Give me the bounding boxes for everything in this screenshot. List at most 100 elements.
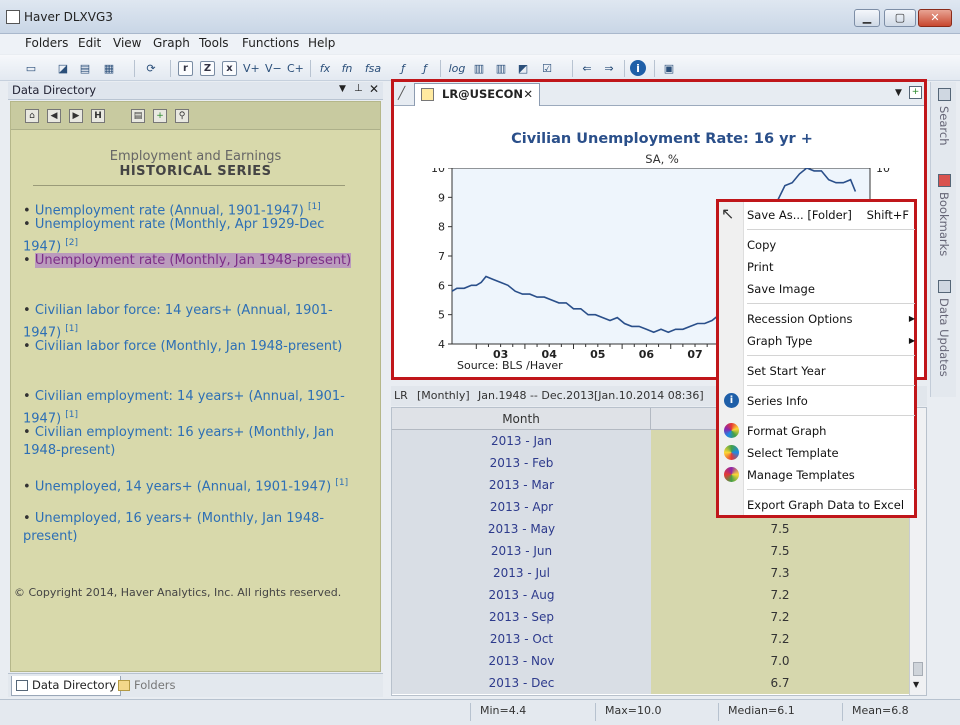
- r-icon[interactable]: r: [178, 61, 193, 76]
- x-tick-label: 05: [590, 348, 605, 361]
- side-tab-search[interactable]: Search: [934, 88, 954, 146]
- add-folder-icon[interactable]: ▣: [660, 59, 678, 77]
- panel-dropdown-icon[interactable]: ▼: [339, 84, 346, 94]
- bar-chart2-icon[interactable]: ▥: [492, 59, 510, 77]
- tab-folders[interactable]: Folders: [114, 676, 180, 696]
- z-icon[interactable]: Z: [200, 61, 215, 76]
- tab-close-icon[interactable]: ✕: [523, 84, 533, 105]
- minimize-button[interactable]: ▁: [854, 9, 880, 27]
- menu-item-select-template[interactable]: Select Template: [747, 443, 915, 463]
- checklist-icon[interactable]: ☑: [538, 59, 556, 77]
- menu-item-format-graph[interactable]: Format Graph: [747, 421, 915, 441]
- menu-edit[interactable]: Edit: [78, 36, 101, 50]
- graph-tab-bar: ╱ LR@USECON ✕ ▼ +: [394, 82, 924, 106]
- window-title: Haver DLXVG3: [24, 10, 113, 24]
- list-item-selected[interactable]: • Unemployment rate (Monthly, Jan 1948-p…: [23, 252, 353, 270]
- chart-subtitle: SA, %: [645, 152, 679, 166]
- table-row[interactable]: 2013 - Oct 7.2: [392, 628, 909, 650]
- fn-icon[interactable]: fn: [338, 59, 356, 77]
- list-icon: [16, 680, 28, 691]
- table-row[interactable]: 2013 - Dec 6.7: [392, 672, 909, 694]
- menu-item-manage-templates[interactable]: Manage Templates: [747, 465, 915, 485]
- function-remove-icon[interactable]: ƒ: [416, 59, 434, 77]
- chart-title: Civilian Unemployment Rate: 16 yr +: [511, 131, 813, 147]
- menu-help[interactable]: Help: [308, 36, 335, 50]
- log-icon[interactable]: log: [446, 59, 468, 77]
- graph-icon[interactable]: ◩: [514, 59, 532, 77]
- menu-item-save-image[interactable]: Save Image: [747, 279, 915, 299]
- info-icon[interactable]: i: [630, 60, 646, 76]
- menu-item-series-info[interactable]: Series Info: [747, 391, 915, 411]
- maximize-button[interactable]: ▢: [884, 9, 916, 27]
- fsa-icon[interactable]: fsa: [362, 59, 384, 77]
- c-plus-icon[interactable]: C+: [286, 59, 304, 77]
- add-series-icon[interactable]: +: [153, 109, 167, 123]
- list-item[interactable]: • Civilian labor force (Monthly, Jan 194…: [23, 338, 353, 356]
- menu-item-save-as[interactable]: Save As... [Folder] Shift+F: [747, 205, 915, 225]
- history-icon[interactable]: H: [91, 109, 105, 123]
- forward-icon[interactable]: ⇒: [600, 59, 618, 77]
- binoculars-icon[interactable]: ⚲: [175, 109, 189, 123]
- chart-icon[interactable]: ◪: [54, 59, 72, 77]
- table-row[interactable]: 2013 - Jun 7.5: [392, 540, 909, 562]
- home-icon[interactable]: ⌂: [25, 109, 39, 123]
- cell-month: 2013 - May: [392, 518, 651, 540]
- v-plus-icon[interactable]: V+: [242, 59, 260, 77]
- menu-folders[interactable]: Folders: [25, 36, 68, 50]
- menu-item-set-start-year[interactable]: Set Start Year: [747, 361, 915, 381]
- list-item[interactable]: • Civilian employment: 16 years+ (Monthl…: [23, 424, 353, 460]
- v-minus-icon[interactable]: V−: [264, 59, 282, 77]
- scroll-thumb[interactable]: [913, 662, 923, 676]
- cell-month: 2013 - Feb: [392, 452, 651, 474]
- menu-item-copy[interactable]: Copy: [747, 235, 915, 255]
- fx-icon[interactable]: fx: [316, 59, 334, 77]
- scroll-down-icon[interactable]: ▼: [913, 680, 919, 689]
- forward-arrow-icon[interactable]: ▶: [69, 109, 83, 123]
- tab-slant-icon: ╱: [398, 86, 406, 100]
- series-updated: [Jan.10.2014 08:36]: [594, 389, 704, 402]
- list-item[interactable]: • Unemployment rate (Monthly, Apr 1929-D…: [23, 216, 353, 256]
- table-row[interactable]: 2013 - May 7.5: [392, 518, 909, 540]
- new-file-icon[interactable]: ▭: [22, 59, 40, 77]
- refresh-icon[interactable]: ⟳: [142, 59, 160, 77]
- column-header-month[interactable]: Month: [392, 408, 651, 430]
- bar-chart-icon[interactable]: ▥: [470, 59, 488, 77]
- side-tab-strip: Search Bookmarks Data Updates: [930, 82, 956, 397]
- menu-graph[interactable]: Graph: [153, 36, 190, 50]
- back-arrow-icon[interactable]: ◀: [47, 109, 61, 123]
- table-row[interactable]: 2013 - Sep 7.2: [392, 606, 909, 628]
- list-item[interactable]: • Civilian labor force: 14 years+ (Annua…: [23, 302, 353, 342]
- list-item[interactable]: • Civilian employment: 14 years+ (Annual…: [23, 388, 353, 428]
- menu-item-export-excel[interactable]: Export Graph Data to Excel: [747, 495, 915, 515]
- side-tab-bookmarks[interactable]: Bookmarks: [934, 174, 954, 256]
- table-row[interactable]: 2013 - Jul 7.3: [392, 562, 909, 584]
- menu-item-print[interactable]: Print: [747, 257, 915, 277]
- excel-icon[interactable]: ▦: [100, 59, 118, 77]
- panel-close-icon[interactable]: ✕: [369, 82, 379, 96]
- back-icon[interactable]: ⇐: [578, 59, 596, 77]
- menu-functions[interactable]: Functions: [242, 36, 299, 50]
- menu-view[interactable]: View: [113, 36, 141, 50]
- x-icon[interactable]: x: [222, 61, 237, 76]
- pin-icon[interactable]: ⊥: [354, 83, 363, 94]
- menu-item-graph-type[interactable]: Graph Type ▶: [747, 331, 915, 351]
- side-tab-data-updates[interactable]: Data Updates: [934, 280, 954, 377]
- tab-lr-usecon[interactable]: LR@USECON ✕: [414, 83, 540, 106]
- cell-value: 7.2: [651, 628, 909, 650]
- tab-dropdown-icon[interactable]: ▼: [895, 88, 902, 98]
- cell-month: 2013 - Mar: [392, 474, 651, 496]
- menu-item-recession-options[interactable]: Recession Options ▶: [747, 309, 915, 329]
- folder-icon[interactable]: ▤: [76, 59, 94, 77]
- close-button[interactable]: ✕: [918, 9, 952, 27]
- info-icon: i: [724, 393, 739, 408]
- layout-icon[interactable]: ▤: [131, 109, 145, 123]
- menu-tools[interactable]: Tools: [199, 36, 229, 50]
- table-row[interactable]: 2013 - Nov 7.0: [392, 650, 909, 672]
- list-item[interactable]: • Unemployed, 14 years+ (Annual, 1901-19…: [23, 474, 353, 496]
- table-row[interactable]: 2013 - Aug 7.2: [392, 584, 909, 606]
- stat-median: Median=6.1: [728, 704, 795, 717]
- function-paren-icon[interactable]: ƒ: [394, 59, 412, 77]
- new-graph-icon[interactable]: +: [909, 86, 922, 99]
- list-item[interactable]: • Unemployed, 16 years+ (Monthly, Jan 19…: [23, 510, 353, 546]
- tab-data-directory[interactable]: Data Directory: [11, 676, 122, 696]
